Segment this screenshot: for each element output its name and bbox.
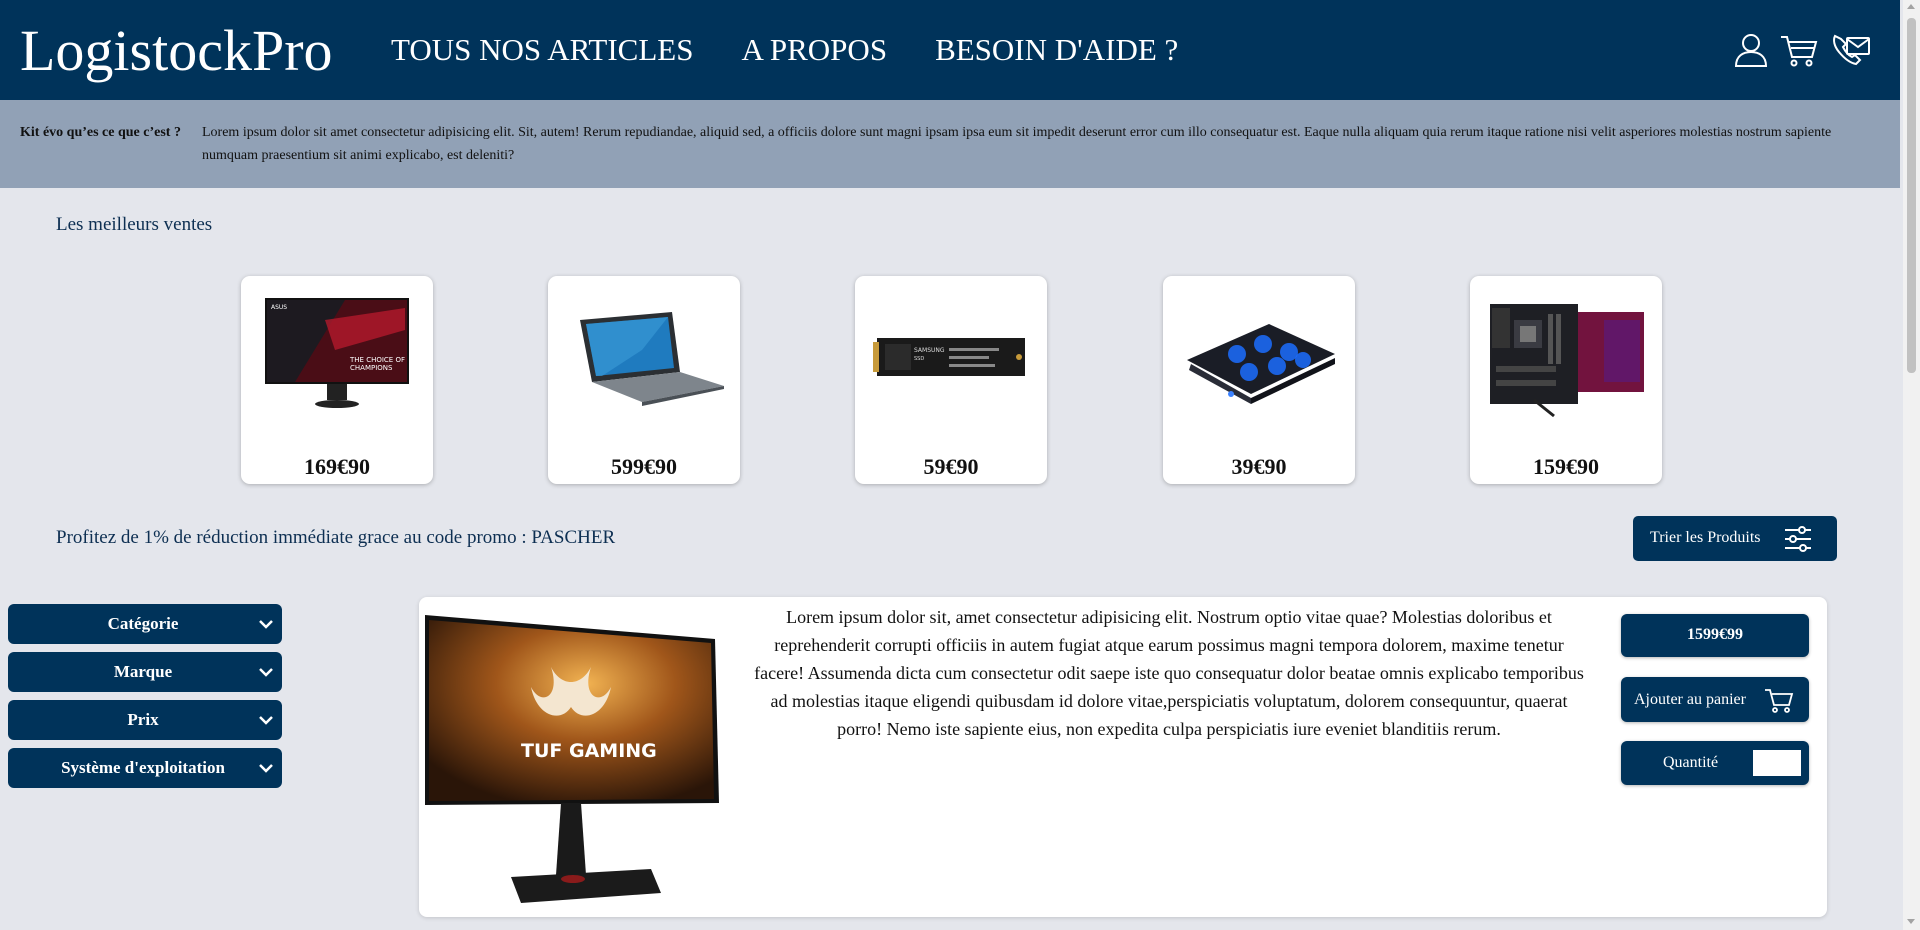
svg-text:ASUS: ASUS [271,304,287,311]
page-scrollbar[interactable] [1903,0,1920,930]
site-header: LogistockPro TOUS NOS ARTICLES A PROPOS … [0,0,1900,100]
svg-text:SAMSUNG: SAMSUNG [914,347,945,354]
laptop-image [580,312,724,406]
quantity-input[interactable] [1753,750,1801,776]
site-logo[interactable]: LogistockPro [20,18,333,84]
product-card[interactable]: 159€90 [1470,276,1662,484]
svg-text:CHAMPIONS: CHAMPIONS [350,364,393,372]
nav-all-articles[interactable]: TOUS NOS ARTICLES [391,32,693,68]
product-price: 1599€99 [1687,626,1743,643]
scroll-down-icon[interactable] [1907,919,1915,924]
filter-brand[interactable]: Marque [8,652,282,692]
contact-icon[interactable] [1831,30,1871,70]
info-text: Lorem ipsum dolor sit amet consectetur a… [202,125,1832,163]
card-price: 159€90 [1533,454,1599,479]
product-listing: TUF GAMING Lorem ipsum dolor sit, amet c… [419,597,1827,917]
product-card[interactable]: 39€90 [1163,276,1355,484]
chevron-down-icon [259,716,273,725]
card-price: 169€90 [304,454,370,479]
quantity-control: Quantité [1621,741,1809,785]
svg-text:THE CHOICE OF: THE CHOICE OF [349,356,405,364]
filter-os[interactable]: Système d'exploitation [8,748,282,788]
filter-price[interactable]: Prix [8,700,282,740]
cart-icon[interactable] [1779,30,1819,70]
chevron-down-icon [259,764,273,773]
card-price: 599€90 [611,454,677,479]
cart-icon [1765,689,1794,713]
main-nav: TOUS NOS ARTICLES A PROPOS BESOIN D'AIDE… [391,32,1178,68]
chevron-down-icon [259,668,273,677]
motherboard-image [1490,304,1644,418]
promo-text: Profitez de 1% de réduction immédiate gr… [56,527,616,548]
monitor-image: THE CHOICE OF CHAMPIONS ASUS [265,298,409,408]
sort-products-button[interactable]: Trier les Produits [1633,516,1837,561]
quantity-label: Quantité [1663,754,1719,771]
filter-label: Système d'exploitation [61,758,225,777]
info-title: Kit évo qu’es ce que c’est ? [20,125,181,140]
add-to-cart-button[interactable]: Ajouter au panier [1621,677,1809,722]
info-bar: Kit évo qu’es ce que c’est ? Lorem ipsum… [0,100,1900,188]
card-price: 59€90 [923,454,979,479]
svg-text:SSD: SSD [914,356,924,362]
ssd-image: SAMSUNG SSD [873,338,1025,376]
sort-products-label: Trier les Produits [1650,529,1761,546]
product-card[interactable]: THE CHOICE OF CHAMPIONS ASUS 169€90 [241,276,433,484]
nav-help[interactable]: BESOIN D'AIDE ? [935,32,1178,68]
add-to-cart-label: Ajouter au panier [1634,691,1746,708]
product-monitor-image[interactable]: TUF GAMING [421,607,731,907]
sliders-icon [1785,526,1811,552]
card-price: 39€90 [1231,454,1287,479]
product-card[interactable]: SAMSUNG SSD 59€90 [855,276,1047,484]
bestsellers-title: Les meilleurs ventes [56,214,213,235]
user-icon[interactable] [1731,30,1771,70]
filter-label: Prix [127,710,159,729]
price-tag: 1599€99 [1621,614,1809,657]
filter-category[interactable]: Catégorie [8,604,282,644]
nav-about[interactable]: A PROPOS [741,32,887,68]
product-card[interactable]: 599€90 [548,276,740,484]
product-image-text: TUF GAMING [521,740,657,762]
product-description: Lorem ipsum dolor sit, amet consectetur … [754,607,1584,739]
filter-label: Marque [113,662,173,681]
chevron-down-icon [259,620,273,629]
filter-label: Catégorie [107,614,179,633]
cooling-pad-image [1187,324,1335,404]
scrollbar-thumb[interactable] [1907,18,1916,373]
scroll-up-icon[interactable] [1907,4,1915,9]
